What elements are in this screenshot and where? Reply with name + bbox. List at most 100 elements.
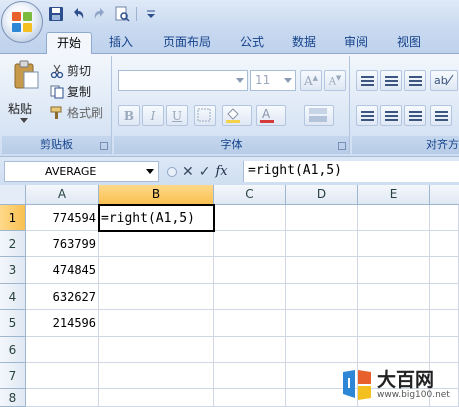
tab-insert[interactable]: 插入 xyxy=(101,32,141,54)
cell-b6[interactable] xyxy=(99,337,214,363)
paste-button[interactable]: 粘贴 xyxy=(6,60,46,130)
cell-e4[interactable] xyxy=(358,284,430,310)
cell-a7[interactable] xyxy=(26,363,99,389)
font-size-combo[interactable]: 11 xyxy=(250,70,296,91)
cell-d6[interactable] xyxy=(286,337,358,363)
cell-b8[interactable] xyxy=(99,389,214,407)
cell-f1[interactable] xyxy=(430,205,459,231)
cell-d1[interactable] xyxy=(286,205,358,231)
borders-button[interactable] xyxy=(194,105,216,126)
save-icon[interactable] xyxy=(48,6,64,22)
active-cell-b1[interactable]: =right(A1,5) xyxy=(98,204,215,232)
align-center-button[interactable] xyxy=(380,105,402,126)
font-launcher-icon[interactable] xyxy=(338,142,346,150)
cell-b5[interactable] xyxy=(99,310,214,337)
column-header-f[interactable] xyxy=(430,185,459,205)
tab-page-layout[interactable]: 页面布局 xyxy=(155,32,219,54)
cell-c2[interactable] xyxy=(214,231,286,257)
redo-icon[interactable] xyxy=(92,6,108,22)
copy-button[interactable]: 复制 xyxy=(50,83,91,100)
cell-f4[interactable] xyxy=(430,284,459,310)
cell-d5[interactable] xyxy=(286,310,358,337)
cell-a3[interactable]: 474845 xyxy=(26,257,99,284)
column-header-c[interactable]: C xyxy=(214,185,286,205)
cell-a6[interactable] xyxy=(26,337,99,363)
format-painter-button[interactable]: 格式刷 xyxy=(50,104,103,121)
row-header-7[interactable]: 7 xyxy=(0,363,26,389)
row-header-4[interactable]: 4 xyxy=(0,284,26,310)
row-header-3[interactable]: 3 xyxy=(0,257,26,284)
cell-e6[interactable] xyxy=(358,337,430,363)
select-all-corner[interactable] xyxy=(0,185,26,205)
name-box[interactable]: AVERAGE xyxy=(4,161,159,182)
office-button[interactable] xyxy=(1,1,43,43)
align-right-button[interactable] xyxy=(404,105,426,126)
cell-a5[interactable]: 214596 xyxy=(26,310,99,337)
cell-c6[interactable] xyxy=(214,337,286,363)
formula-input[interactable]: =right(A1,5) xyxy=(243,161,459,182)
row-header-6[interactable]: 6 xyxy=(0,337,26,363)
insert-function-icon[interactable]: fx xyxy=(215,164,227,179)
align-top-button[interactable] xyxy=(356,70,378,91)
cell-f2[interactable] xyxy=(430,231,459,257)
undo-icon[interactable] xyxy=(70,6,86,22)
align-bottom-button[interactable] xyxy=(404,70,426,91)
italic-button[interactable]: I xyxy=(142,105,164,126)
cancel-icon[interactable]: ✕ xyxy=(182,164,194,180)
cell-e2[interactable] xyxy=(358,231,430,257)
column-header-d[interactable]: D xyxy=(286,185,358,205)
cell-d2[interactable] xyxy=(286,231,358,257)
shrink-font-button[interactable]: A▼ xyxy=(324,70,346,91)
row-header-2[interactable]: 2 xyxy=(0,231,26,257)
font-name-combo[interactable] xyxy=(118,70,248,91)
bold-button[interactable]: B xyxy=(118,105,140,126)
formula-bar-handle-icon[interactable] xyxy=(167,166,177,177)
cell-e1[interactable] xyxy=(358,205,430,231)
cell-e5[interactable] xyxy=(358,310,430,337)
row-header-8[interactable]: 8 xyxy=(0,389,26,407)
cell-d3[interactable] xyxy=(286,257,358,284)
cell-c5[interactable] xyxy=(214,310,286,337)
tab-home[interactable]: 开始 xyxy=(46,32,92,54)
indent-button[interactable] xyxy=(430,105,452,126)
cell-b4[interactable] xyxy=(99,284,214,310)
clipboard-launcher-icon[interactable] xyxy=(100,142,108,150)
column-header-e[interactable]: E xyxy=(358,185,430,205)
cell-c7[interactable] xyxy=(214,363,286,389)
column-header-b[interactable]: B xyxy=(99,185,214,205)
tab-data[interactable]: 数据 xyxy=(284,32,324,54)
tab-review[interactable]: 审阅 xyxy=(336,32,376,54)
cut-button[interactable]: 剪切 xyxy=(50,62,91,79)
grow-font-button[interactable]: A▲ xyxy=(300,70,322,91)
align-middle-button[interactable] xyxy=(380,70,402,91)
underline-button[interactable]: U xyxy=(166,105,188,126)
cell-c4[interactable] xyxy=(214,284,286,310)
print-preview-icon[interactable] xyxy=(114,6,130,22)
cell-f5[interactable] xyxy=(430,310,459,337)
tab-view[interactable]: 视图 xyxy=(389,32,429,54)
tab-formulas[interactable]: 公式 xyxy=(232,32,272,54)
cell-b3[interactable] xyxy=(99,257,214,284)
phonetic-button[interactable] xyxy=(304,105,334,126)
cell-d4[interactable] xyxy=(286,284,358,310)
align-left-button[interactable] xyxy=(356,105,378,126)
cell-b7[interactable] xyxy=(99,363,214,389)
customize-icon[interactable] xyxy=(143,6,159,22)
cell-f6[interactable] xyxy=(430,337,459,363)
font-color-button[interactable]: A xyxy=(256,105,286,126)
fill-color-button[interactable] xyxy=(222,105,252,126)
cell-c1[interactable] xyxy=(214,205,286,231)
cell-b2[interactable] xyxy=(99,231,214,257)
enter-check-icon[interactable]: ✓ xyxy=(199,164,211,180)
cell-a8[interactable] xyxy=(26,389,99,407)
cell-e3[interactable] xyxy=(358,257,430,284)
cell-c8[interactable] xyxy=(214,389,286,407)
cell-a2[interactable]: 763799 xyxy=(26,231,99,257)
orientation-button[interactable]: ab xyxy=(430,70,458,91)
row-header-5[interactable]: 5 xyxy=(0,310,26,337)
column-header-a[interactable]: A xyxy=(26,185,99,205)
row-header-1[interactable]: 1 xyxy=(0,205,26,231)
cell-f3[interactable] xyxy=(430,257,459,284)
cell-a1[interactable]: 774594 xyxy=(26,205,99,231)
cell-c3[interactable] xyxy=(214,257,286,284)
